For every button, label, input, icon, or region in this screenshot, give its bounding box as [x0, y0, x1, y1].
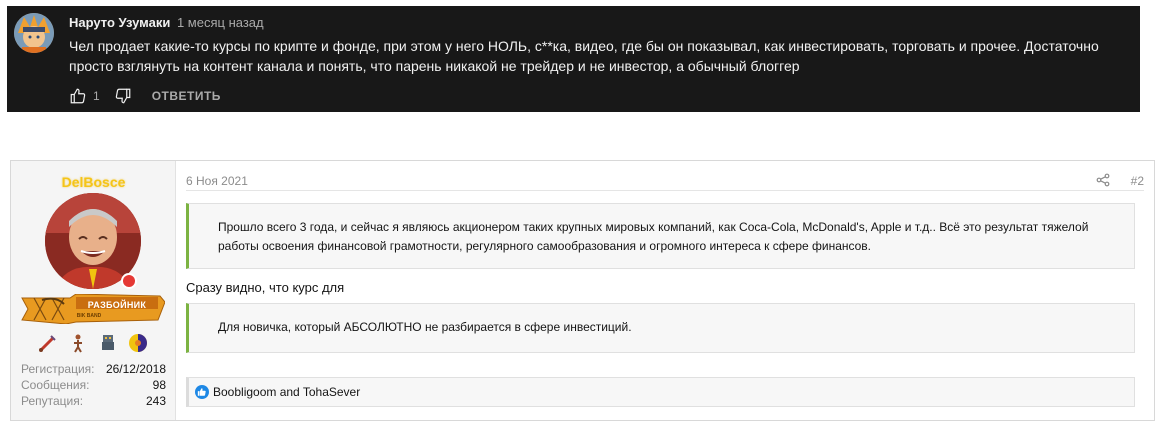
- commenter-avatar[interactable]: [14, 13, 54, 53]
- user-rank-banner: РАЗБОЙНИК BIK BAND: [20, 294, 165, 324]
- stat-value: 243: [145, 394, 166, 408]
- like-reaction-icon[interactable]: [195, 385, 209, 399]
- banner-subtitle: BIK BAND: [76, 313, 102, 319]
- post-username[interactable]: DelBosce: [11, 174, 176, 190]
- stat-label: Регистрация:: [21, 362, 95, 376]
- forum-post: DelBosce РАЗБОЙНИК BIK BAND Регистрация:…: [10, 160, 1155, 421]
- planet-award-icon[interactable]: [127, 332, 149, 354]
- robot-award-icon[interactable]: [97, 332, 119, 354]
- reactions-bar: Boobligoom and TohaSever: [186, 377, 1135, 407]
- stat-value: 98: [152, 378, 166, 392]
- post-header: 6 Ноя 2021 #2: [186, 169, 1144, 191]
- stat-label: Сообщения:: [21, 378, 90, 392]
- user-info-panel: DelBosce РАЗБОЙНИК BIK BAND Регистрация:…: [11, 161, 176, 420]
- stat-registration: Регистрация: 26/12/2018: [21, 361, 166, 377]
- comment-actions: 1 ОТВЕТИТЬ: [69, 86, 221, 106]
- post-body-text: Сразу видно, что курс для: [186, 280, 345, 295]
- stat-value: 26/12/2018: [105, 362, 166, 376]
- reply-button[interactable]: ОТВЕТИТЬ: [152, 89, 221, 103]
- stat-reputation: Репутация: 243: [21, 393, 166, 409]
- share-icon[interactable]: [1096, 173, 1110, 187]
- figure-award-icon[interactable]: [67, 332, 89, 354]
- quote-block: Для новичка, который АБСОЛЮТНО не разбир…: [186, 303, 1135, 353]
- comment-author[interactable]: Наруто Узумаки: [69, 15, 170, 30]
- status-badge: [121, 273, 137, 289]
- post-date[interactable]: 6 Ноя 2021: [186, 174, 248, 188]
- user-stats: Регистрация: 26/12/2018 Сообщения: 98 Ре…: [21, 361, 166, 409]
- comment-time[interactable]: 1 месяц назад: [177, 15, 264, 30]
- awards-row: [37, 332, 149, 354]
- banner-title: РАЗБОЙНИК: [87, 300, 147, 310]
- post-content: 6 Ноя 2021 #2 Прошло всего 3 года, и сей…: [176, 161, 1154, 420]
- thumbs-up-icon[interactable]: [69, 87, 87, 105]
- stat-messages: Сообщения: 98: [21, 377, 166, 393]
- thumbs-down-icon[interactable]: [114, 87, 132, 105]
- like-count: 1: [93, 89, 100, 103]
- youtube-comment: Наруто Узумаки 1 месяц назад Чел продает…: [7, 6, 1140, 112]
- quote-block: Прошло всего 3 года, и сейчас я являюсь …: [186, 203, 1135, 269]
- comment-text: Чел продает какие-то курсы по крипте и ф…: [69, 38, 1099, 74]
- post-number-link[interactable]: #2: [1131, 174, 1144, 188]
- reactions-users[interactable]: Boobligoom and TohaSever: [213, 385, 360, 399]
- sword-award-icon[interactable]: [37, 332, 59, 354]
- stat-label: Репутация:: [21, 394, 84, 408]
